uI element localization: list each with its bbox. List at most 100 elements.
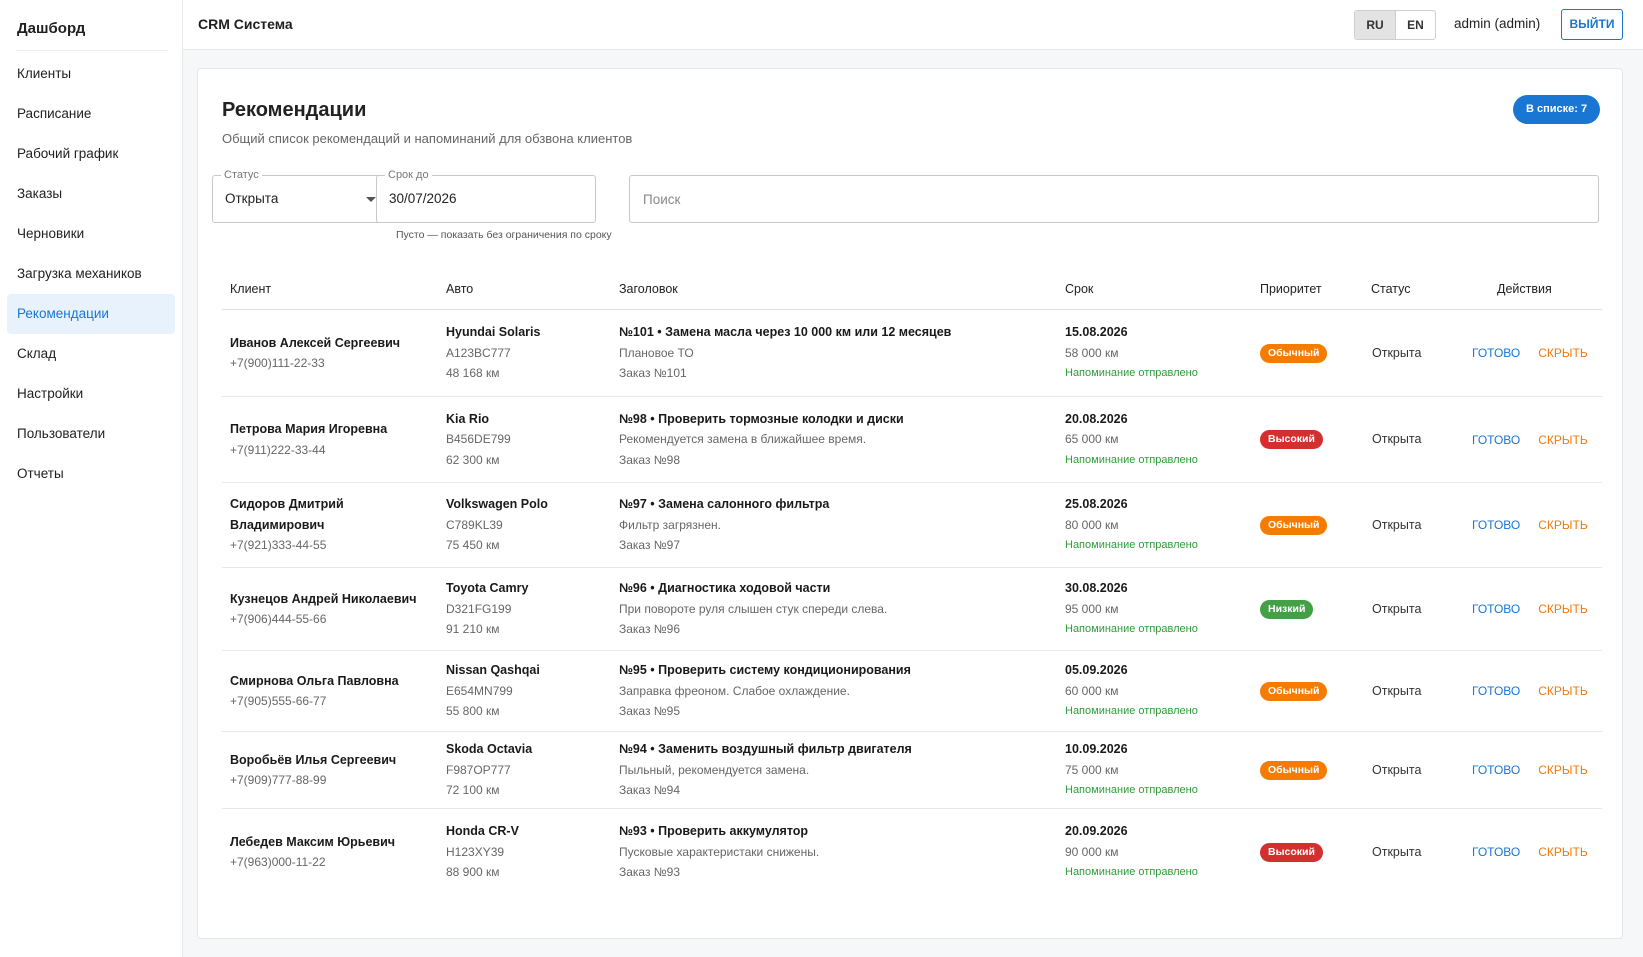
due-date-label: Срок до [385,168,432,182]
page-subtitle: Общий список рекомендаций и напоминаний … [222,131,633,146]
sidebar-item[interactable]: Настройки [7,374,175,414]
search-input[interactable] [630,176,1598,222]
priority-badge: Высокий [1260,842,1323,862]
priority-badge: Низкий [1260,599,1314,619]
reminder-status: Напоминание отправлено [1065,866,1198,879]
sidebar-item[interactable]: Клиенты [7,54,175,94]
hide-button[interactable]: СКРЫТЬ [1538,684,1588,698]
sidebar-item[interactable]: Пользователи [7,414,175,454]
recommendations-card: Рекомендации Общий список рекомендаций и… [197,68,1623,939]
due-mileage: 80 000 км [1065,517,1119,532]
table-row: Смирнова Ольга Павловна +7(905)555-66-77 N… [222,651,1602,732]
sidebar-item[interactable]: Склад [7,334,175,374]
car-mileage: 62 300 км [446,452,500,467]
hide-button[interactable]: СКРЫТЬ [1538,845,1588,859]
logout-button[interactable]: ВЫЙТИ [1561,9,1623,40]
due-mileage: 75 000 км [1065,762,1119,777]
hide-button[interactable]: СКРЫТЬ [1538,602,1588,616]
due-date: 05.09.2026 [1065,663,1128,678]
recommendation-description: Заправка фреоном. Слабое охлаждение. [619,683,850,698]
car-cell: Nissan Qashqai E654MN799 55 800 км [446,651,611,731]
client-cell: Смирнова Ольга Павловна +7(905)555-66-77 [230,651,435,731]
actions-group: ГОТОВО СКРЫТЬ [1468,346,1600,360]
status-cell: Открыта [1372,732,1462,808]
done-button[interactable]: ГОТОВО [1472,684,1520,698]
car-plate: H123XY39 [446,844,505,859]
row-status: Открыта [1372,844,1422,859]
done-button[interactable]: ГОТОВО [1472,433,1520,447]
recommendation-title: №96 • Диагностика ходовой части [619,581,831,596]
car-plate: B456DE799 [446,432,511,447]
column-header-actions: Действия [1497,282,1552,296]
done-button[interactable]: ГОТОВО [1472,845,1520,859]
hide-button[interactable]: СКРЫТЬ [1538,346,1588,360]
order-reference: Заказ №94 [619,783,681,798]
actions-cell: ГОТОВО СКРЫТЬ [1468,732,1600,808]
sidebar-item[interactable]: Черновики [7,214,175,254]
client-phone: +7(921)333-44-55 [230,538,327,553]
reminder-status: Напоминание отправлено [1065,623,1198,636]
lang-en-button[interactable]: EN [1395,11,1435,39]
reminder-status: Напоминание отправлено [1065,705,1198,718]
actions-cell: ГОТОВО СКРЫТЬ [1468,809,1600,895]
sidebar-item-dashboard[interactable]: Дашборд [0,0,182,50]
due-date-field[interactable]: Срок до 30/07/2026 [376,168,596,223]
table-row: Иванов Алексей Сергеевич +7(900)111-22-33… [222,310,1602,397]
priority-wrapper: Высокий [1260,430,1360,449]
car-mileage: 91 210 км [446,622,500,637]
priority-cell: Низкий [1260,568,1360,650]
recommendation-description: Плановое ТО [619,345,694,360]
column-header-car: Авто [446,282,474,296]
reminder-status: Напоминание отправлено [1065,367,1198,380]
status-cell: Открыта [1372,568,1462,650]
status-cell: Открыта [1372,310,1462,396]
sidebar-divider [17,50,168,51]
done-button[interactable]: ГОТОВО [1472,763,1520,777]
car-mileage: 88 900 км [446,865,500,880]
priority-badge: Обычный [1260,760,1328,780]
actions-group: ГОТОВО СКРЫТЬ [1468,845,1600,859]
column-header-client: Клиент [230,282,272,296]
lang-ru-button[interactable]: RU [1355,11,1395,39]
sidebar-item[interactable]: Рекомендации [7,294,175,334]
due-date: 15.08.2026 [1065,325,1128,340]
sidebar-item[interactable]: Отчеты [7,454,175,494]
recommendation-title: №98 • Проверить тормозные колодки и диск… [619,411,904,426]
table-row: Лебедев Максим Юрьевич +7(963)000-11-22 Ho… [222,809,1602,895]
car-cell: Hyundai Solaris A123BC777 48 168 км [446,310,611,396]
due-mileage: 65 000 км [1065,432,1119,447]
sidebar-item[interactable]: Рабочий график [7,134,175,174]
actions-group: ГОТОВО СКРЫТЬ [1468,602,1600,616]
status-cell: Открыта [1372,397,1462,482]
hide-button[interactable]: СКРЫТЬ [1538,763,1588,777]
sidebar-item[interactable]: Заказы [7,174,175,214]
title-cell: №98 • Проверить тормозные колодки и диск… [619,397,1059,482]
due-date: 20.09.2026 [1065,824,1128,839]
done-button[interactable]: ГОТОВО [1472,518,1520,532]
order-reference: Заказ №101 [619,366,687,381]
status-select[interactable]: Статус Открыта [212,168,389,223]
top-header: CRM Система RU EN admin (admin) ВЫЙТИ [183,0,1643,50]
actions-group: ГОТОВО СКРЫТЬ [1468,763,1600,777]
column-header-priority: Приоритет [1260,282,1322,296]
car-cell: Honda CR-V H123XY39 88 900 км [446,809,611,895]
app-title: CRM Система [198,16,293,32]
due-cell: 25.08.2026 80 000 км Напоминание отправлен… [1065,483,1250,567]
page-title: Рекомендации [222,99,367,121]
car-mileage: 72 100 км [446,783,500,798]
actions-group: ГОТОВО СКРЫТЬ [1468,433,1600,447]
table-row: Сидоров Дмитрий Владимирович +7(921)333-44… [222,483,1602,568]
reminder-status: Напоминание отправлено [1065,539,1198,552]
column-header-status: Статус [1371,282,1411,296]
hide-button[interactable]: СКРЫТЬ [1538,433,1588,447]
client-phone: +7(906)444-55-66 [230,612,327,626]
actions-group: ГОТОВО СКРЫТЬ [1468,684,1600,698]
priority-cell: Обычный [1260,732,1360,808]
status-select-label: Статус [221,168,262,182]
car-plate: F987OP777 [446,762,511,777]
sidebar-item[interactable]: Загрузка механиков [7,254,175,294]
done-button[interactable]: ГОТОВО [1472,602,1520,616]
hide-button[interactable]: СКРЫТЬ [1538,518,1588,532]
sidebar-item[interactable]: Расписание [7,94,175,134]
done-button[interactable]: ГОТОВО [1472,346,1520,360]
